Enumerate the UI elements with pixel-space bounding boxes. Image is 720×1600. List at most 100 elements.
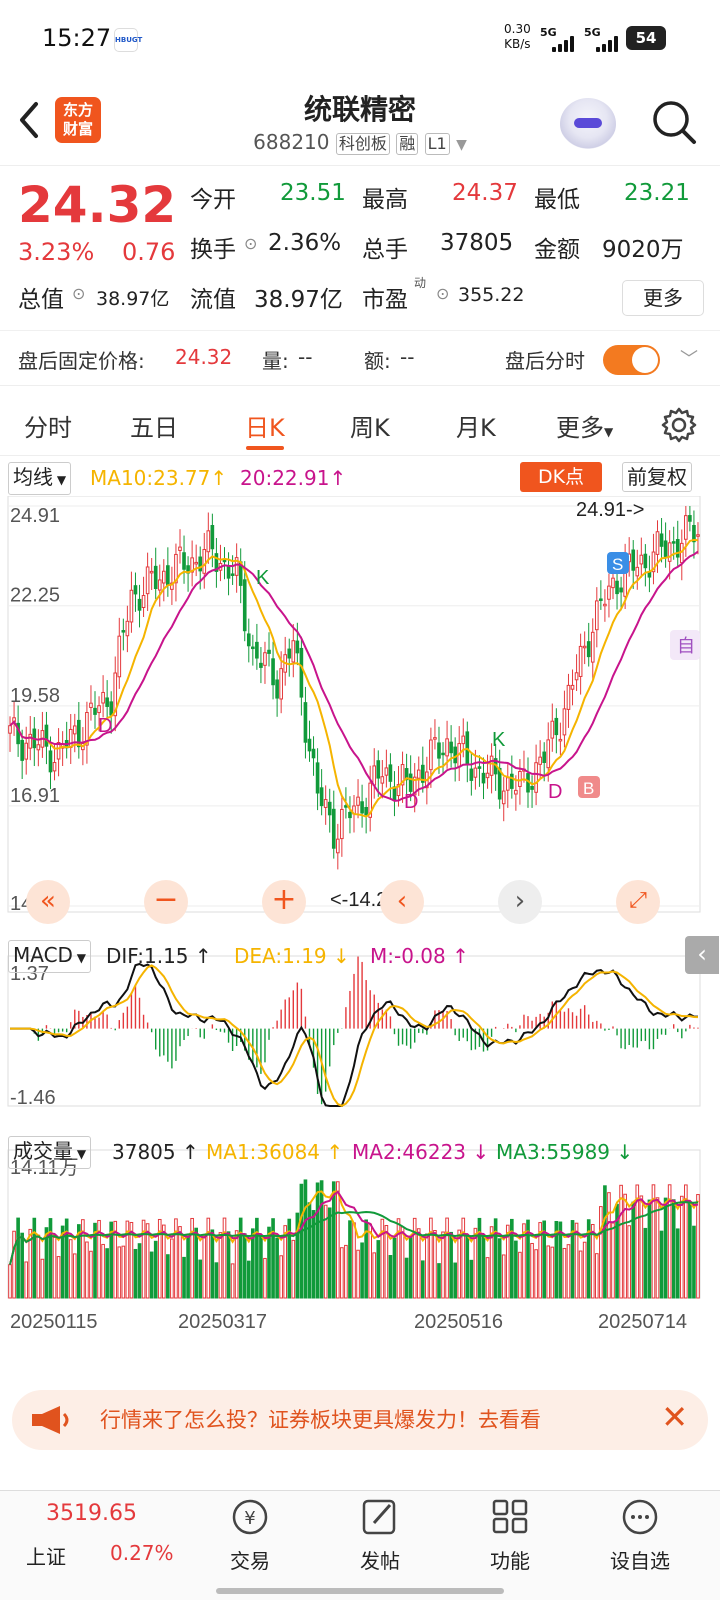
macd-dif: DIF:1.15 ↑ (106, 944, 212, 968)
candle-body (481, 772, 486, 784)
volume-bar (340, 1247, 344, 1299)
adjust-button[interactable]: 前复权 (622, 462, 692, 492)
candle-body (675, 539, 680, 558)
tab-more[interactable]: 更多▼ (556, 408, 613, 443)
volume-bar (550, 1246, 555, 1299)
nav-post[interactable]: 发帖 (330, 1497, 430, 1574)
candle-body (24, 742, 29, 760)
vol-ma3: MA3:55989 ↓ (496, 1140, 634, 1164)
volume-bar (202, 1234, 207, 1299)
index-value[interactable]: 3519.65 (46, 1501, 137, 1526)
volume-bar (675, 1228, 680, 1299)
settings-gear-icon[interactable] (660, 406, 698, 444)
stock-code: 688210 (253, 130, 330, 154)
candle-body (315, 762, 320, 794)
search-button[interactable] (650, 98, 698, 150)
nav-trade[interactable]: ¥ 交易 (200, 1497, 300, 1574)
candle-body (299, 647, 304, 698)
promo-banner[interactable]: 行情来了怎么投？证券板块更具爆发力！去看看 ✕ (12, 1390, 708, 1450)
candle-body (255, 641, 259, 659)
volume-bar (279, 1255, 283, 1299)
zoom-out-button[interactable]: − (144, 880, 188, 924)
tab-daily-k[interactable]: 日K (245, 408, 285, 443)
candle-body (510, 773, 514, 789)
notification-icon: HBUGT (114, 28, 142, 52)
candle-body (125, 620, 130, 637)
macd-dea: DEA:1.19 ↓ (234, 944, 350, 968)
tab-monthly-k[interactable]: 月K (456, 408, 496, 443)
home-indicator[interactable] (216, 1588, 504, 1594)
mktcap-value: 38.97亿 (96, 288, 170, 310)
after-hours-toggle[interactable] (603, 345, 660, 375)
volume-bar (89, 1250, 93, 1299)
robot-assistant-icon[interactable] (560, 98, 616, 150)
volume-bar (299, 1183, 304, 1299)
buy-marker: B (583, 779, 594, 798)
candle-body (226, 566, 231, 579)
macd-select[interactable]: MACD ▼ (8, 940, 91, 973)
scroll-left-fast-button[interactable]: « (26, 880, 70, 924)
candle-body (594, 600, 599, 631)
volume-bar (226, 1231, 231, 1299)
info-icon[interactable]: ⊙ (72, 284, 85, 303)
after-switch-label: 盘后分时 (505, 349, 585, 373)
candle-body (546, 739, 551, 769)
candle-body (619, 587, 623, 593)
volume-bar (315, 1182, 320, 1299)
period-tabs: 分时 五日 日K 周K 月K 更多▼ (0, 390, 720, 456)
volume-bar (449, 1231, 453, 1299)
vol-ma2: MA2:46223 ↓ (352, 1140, 490, 1164)
tab-intraday[interactable]: 分时 (24, 408, 72, 443)
fullscreen-button[interactable]: ⤢ (616, 880, 660, 924)
volume-bar (481, 1236, 486, 1299)
volume-bar (566, 1244, 571, 1299)
candle-body (566, 684, 571, 710)
info-icon[interactable]: ⊙ (436, 284, 449, 303)
candle-body (530, 785, 534, 790)
index-name[interactable]: 上证 (26, 1541, 66, 1570)
ma10-line (9, 538, 699, 818)
low-value: 23.21 (624, 180, 690, 206)
volume-bar (501, 1254, 506, 1299)
tab-weekly-k[interactable]: 周K (350, 408, 390, 443)
tab-5day[interactable]: 五日 (130, 408, 178, 443)
ma-select[interactable]: 均线 ▼ (8, 462, 72, 495)
scroll-left-button[interactable]: ‹ (380, 880, 424, 924)
candle-body (319, 787, 324, 807)
candle-body (364, 806, 368, 816)
nav-functions[interactable]: 功能 (460, 1497, 560, 1574)
volume-bar (372, 1252, 377, 1299)
candle-body (242, 579, 247, 632)
price-axis-label: 22.25 (10, 585, 60, 607)
more-quote-button[interactable]: 更多 (622, 280, 704, 316)
volume-bar (360, 1242, 364, 1299)
volume-bar (194, 1227, 198, 1299)
candle-body (514, 789, 518, 795)
volume-bar (170, 1238, 174, 1299)
scroll-right-button[interactable]: › (498, 880, 542, 924)
candle-body (93, 707, 97, 715)
volume-bar (24, 1261, 29, 1299)
info-icon[interactable]: ⊙ (244, 234, 257, 253)
volume-bar (416, 1228, 421, 1299)
volume-bar (599, 1206, 603, 1299)
status-bar: 15:27 HBUGT 0.30 KB/s 5G 5G 54 (0, 0, 720, 80)
more-dots-icon (622, 1499, 658, 1535)
index-pct[interactable]: 0.27% (110, 1541, 174, 1565)
nav-add-watchlist[interactable]: 设自选 (590, 1497, 690, 1574)
close-icon[interactable]: ✕ (661, 1398, 688, 1436)
candle-body (141, 595, 146, 608)
candle-body (20, 739, 24, 761)
chevron-down-icon[interactable]: ﹀ (680, 345, 698, 371)
candle-body (259, 662, 263, 668)
volume-bar (631, 1201, 636, 1299)
candle-body (671, 541, 676, 544)
zoom-in-button[interactable]: + (262, 880, 306, 924)
candle-body (647, 571, 652, 578)
edit-icon (362, 1499, 396, 1535)
after-vol-label: 量: (262, 349, 289, 373)
volume-bar (659, 1230, 664, 1299)
dk-point-button[interactable]: DK点 (520, 462, 602, 492)
volume-bar (477, 1217, 482, 1299)
volume-select[interactable]: 成交量 ▼ (8, 1136, 92, 1169)
